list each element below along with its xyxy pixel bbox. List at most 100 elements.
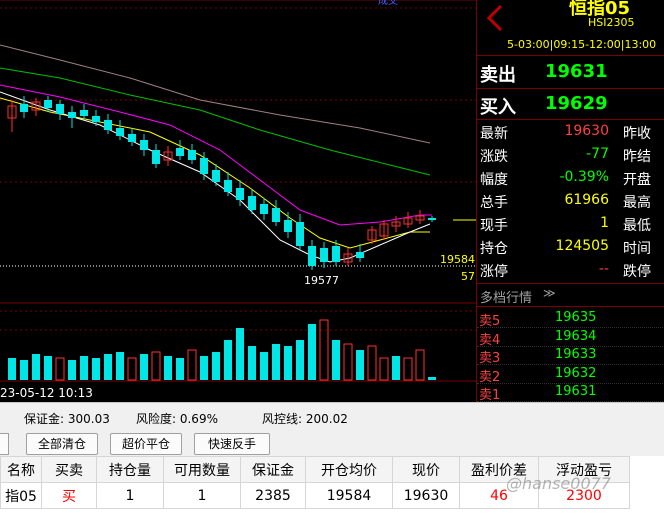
- candle-body: [296, 222, 304, 246]
- low-label: 19577: [304, 274, 339, 287]
- top-indicator-label: 成交: [378, 0, 398, 7]
- sell-label: 卖出: [480, 65, 516, 86]
- volume-bar: [319, 319, 329, 381]
- volume-bar: [187, 349, 197, 381]
- moving-average-line: [0, 44, 431, 144]
- table-cell: 买: [41, 482, 97, 509]
- quote-label-2: 时间: [623, 241, 651, 257]
- orderbook-label: 卖4: [479, 332, 501, 348]
- positions-table-area: 名称 买卖 持仓量 可用数量 保证金 开仓均价 现价 盈利价差 浮动盈亏 指05 买 1 1 2385 1…: [0, 456, 664, 515]
- volume-bar: [356, 350, 364, 380]
- date-label: 23-05-12 10:13: [0, 386, 93, 400]
- volume-bar: [127, 357, 137, 381]
- session-times: 5-03:00|09:15-12:00|13:00: [507, 38, 657, 51]
- quote-value: -0.39%: [559, 169, 609, 185]
- kline-chart[interactable]: [0, 0, 476, 402]
- quote-value: --: [598, 261, 609, 277]
- orderbook-price: 19631: [555, 384, 597, 399]
- volume-bar: [272, 344, 280, 380]
- quote-label-2: 开盘: [623, 172, 651, 188]
- candle-body: [80, 110, 88, 116]
- quote-label-2: 昨结: [623, 149, 651, 165]
- volume-bar: [428, 377, 436, 380]
- quote-label: 总手: [480, 195, 508, 211]
- table-header-cell[interactable]: 现价: [392, 456, 460, 483]
- margin-info: 保证金: 300.03: [24, 412, 110, 426]
- quote-label-2: 跌停: [623, 264, 651, 280]
- buy-price: 19629: [545, 93, 608, 114]
- table-header-cell[interactable]: 开仓均价: [305, 456, 393, 483]
- quote-label-2: 最高: [623, 195, 651, 211]
- candle-body: [68, 112, 76, 118]
- table-header-cell[interactable]: 可用数量: [163, 456, 241, 483]
- orderbook-price: 19632: [555, 365, 597, 381]
- double-chevron-down-icon[interactable]: ≫: [543, 286, 556, 300]
- quote-row: 涨跌 -77 昨结: [477, 145, 664, 165]
- action-button-bar: 全部清仓 超价平仓 快速反手: [0, 430, 664, 456]
- quote-row: 幅度 -0.39% 开盘: [477, 168, 664, 188]
- orderbook-label: 卖2: [479, 369, 501, 385]
- quote-panel: 恒指05 HSI2305 5-03:00|09:15-12:00|13:00 卖…: [476, 0, 664, 403]
- candle-body: [104, 120, 112, 130]
- buy-row: 买入 19629: [477, 90, 664, 120]
- sell-row: 卖出 19631: [477, 58, 664, 88]
- risk-line-info: 风控线: 200.02: [262, 412, 348, 426]
- kline-chart-area[interactable]: 23-05-12 10:13 19584 19577 57 成交: [0, 0, 476, 402]
- super-close-button[interactable]: 超价平仓: [110, 433, 182, 455]
- quote-label: 涨停: [480, 264, 508, 280]
- table-header-cell[interactable]: 保证金: [240, 456, 306, 483]
- quote-value: 124505: [555, 238, 609, 254]
- quote-label: 涨跌: [480, 149, 508, 165]
- candle-body: [212, 170, 220, 182]
- volume-bar: [8, 358, 16, 380]
- volume-bar: [284, 346, 292, 380]
- candle-body: [188, 150, 196, 160]
- quote-row: 现手 1 最低: [477, 214, 664, 234]
- volume-bar: [392, 356, 400, 380]
- volume-bar: [343, 343, 353, 381]
- orderbook-row[interactable]: 卖3 19633: [477, 346, 664, 366]
- volume-bar: [248, 346, 256, 380]
- table-cell: 19584: [305, 482, 393, 509]
- left-edge-tab[interactable]: [0, 433, 9, 455]
- buy-label: 买入: [480, 97, 516, 118]
- quote-row: 总手 61966 最高: [477, 191, 664, 211]
- orderbook-price: 19633: [555, 347, 597, 362]
- orderbook-row[interactable]: 卖4 19634: [477, 328, 664, 348]
- candle-body: [200, 158, 208, 174]
- candle-body: [128, 134, 136, 142]
- close-all-button[interactable]: 全部清仓: [26, 433, 98, 455]
- candle-body: [176, 148, 184, 156]
- candle-body: [236, 188, 244, 200]
- orderbook-row[interactable]: 卖5 19635: [477, 309, 664, 329]
- candle-body: [428, 218, 436, 220]
- candle-body: [248, 196, 256, 210]
- orderbook-row[interactable]: 卖1 19631: [477, 383, 664, 403]
- candle-body: [260, 204, 268, 214]
- candle-body: [92, 116, 100, 122]
- quote-label-2: 最低: [623, 218, 651, 234]
- candle-body: [308, 246, 316, 266]
- risk-info: 风险度: 0.69%: [136, 412, 218, 426]
- volume-bar: [92, 358, 100, 380]
- orderbook-header[interactable]: 多档行情 ≫: [477, 286, 664, 306]
- orderbook-price: 19634: [555, 328, 597, 344]
- table-cell: 19630: [392, 482, 460, 509]
- right-axis-label: 57: [461, 270, 475, 283]
- table-header-cell[interactable]: 名称: [0, 456, 42, 483]
- volume-bar: [403, 357, 413, 381]
- quote-row: 持仓 124505 时间: [477, 237, 664, 257]
- orderbook-row[interactable]: 卖2 19632: [477, 365, 664, 385]
- candle-body: [284, 220, 292, 232]
- table-header-cell[interactable]: 持仓量: [96, 456, 164, 483]
- table-header-cell[interactable]: 买卖: [41, 456, 97, 483]
- orderbook-title: 多档行情: [480, 291, 533, 306]
- quick-reverse-button[interactable]: 快速反手: [194, 433, 270, 455]
- back-button[interactable]: [481, 2, 509, 34]
- chevron-left-icon: [486, 4, 503, 32]
- quote-label: 最新: [480, 126, 508, 142]
- volume-bar: [68, 360, 76, 380]
- quote-row: 最新 19630 昨收: [477, 122, 664, 142]
- candle-body: [20, 104, 28, 112]
- moving-average-line: [0, 67, 431, 176]
